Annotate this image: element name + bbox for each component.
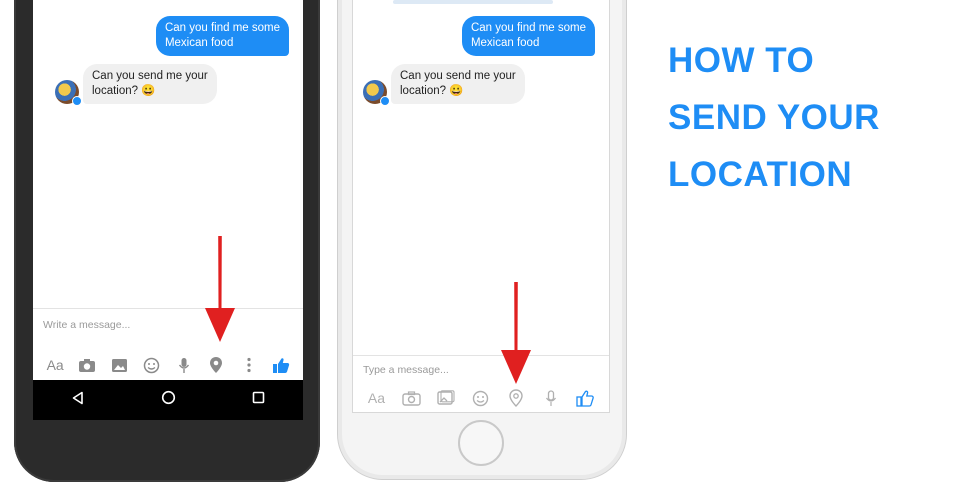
incoming-message-bubble: Can you send me your location? 😀 <box>391 64 525 104</box>
aa-icon[interactable]: Aa <box>45 355 65 375</box>
emoji-icon[interactable] <box>142 355 162 375</box>
outgoing-message-bubble: Can you find me some Mexican food <box>155 16 289 56</box>
iphone-composer: Aa <box>353 355 609 412</box>
iphone-screen: Can you find me some Mexican food Can yo… <box>352 0 610 413</box>
emoji-icon[interactable] <box>471 388 491 408</box>
gallery-icon[interactable] <box>110 355 130 375</box>
contact-avatar <box>363 80 390 106</box>
back-icon[interactable] <box>71 391 85 410</box>
android-navigation-bar <box>33 380 303 420</box>
contact-avatar <box>55 80 82 106</box>
top-sliver <box>393 0 553 4</box>
recents-icon[interactable] <box>252 391 265 409</box>
incoming-message-bubble: Can you send me your location? 😀 <box>83 64 217 104</box>
microphone-icon[interactable] <box>541 388 561 408</box>
outgoing-message-bubble: Can you find me some Mexican food <box>461 16 595 56</box>
messenger-badge-icon <box>380 96 390 106</box>
like-icon[interactable] <box>575 388 595 408</box>
headline-line-2: SEND YOUR <box>668 98 880 137</box>
home-icon[interactable] <box>161 390 176 410</box>
location-pin-icon[interactable] <box>206 355 226 375</box>
red-arrow-icon <box>501 282 531 384</box>
headline-line-1: HOW TO <box>668 41 815 80</box>
more-icon[interactable] <box>239 355 259 375</box>
android-screen: Can you find me some Mexican food Can yo… <box>33 0 303 380</box>
gallery-icon[interactable] <box>436 388 456 408</box>
android-toolbar: Aa <box>33 353 303 377</box>
like-icon[interactable] <box>271 355 291 375</box>
headline-line-3: LOCATION <box>668 155 853 194</box>
aa-icon[interactable]: Aa <box>366 388 386 408</box>
iphone-toolbar: Aa <box>353 386 609 410</box>
camera-icon[interactable] <box>401 388 421 408</box>
iphone-home-button[interactable] <box>458 420 504 466</box>
messenger-badge-icon <box>72 96 82 106</box>
microphone-icon[interactable] <box>174 355 194 375</box>
red-arrow-icon <box>205 236 235 342</box>
location-pin-icon[interactable] <box>506 388 526 408</box>
android-composer: Aa <box>33 308 303 380</box>
camera-icon[interactable] <box>77 355 97 375</box>
headline: HOW TO SEND YOUR LOCATION <box>668 32 938 203</box>
